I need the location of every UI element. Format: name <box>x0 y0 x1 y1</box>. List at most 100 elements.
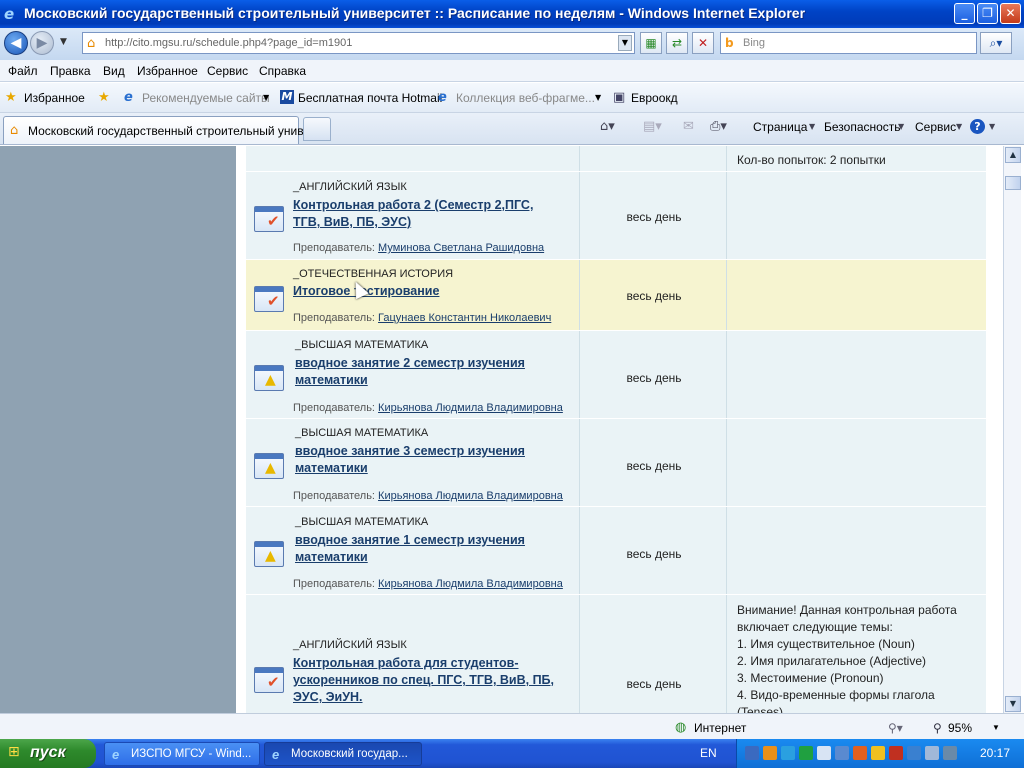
internet-zone-icon: ◍ <box>675 719 687 734</box>
start-button[interactable]: ⊞ пуск <box>0 739 96 768</box>
time-cell: весь день <box>626 210 682 224</box>
page-menu-dropdown-icon[interactable]: ▼ <box>809 122 815 131</box>
warning-icon: ▲ <box>254 453 284 479</box>
event-link[interactable]: вводное занятие 3 семестр изучения матем… <box>295 443 565 477</box>
search-placeholder: Bing <box>743 37 766 49</box>
taskbar-item-izspo[interactable]: e ИЗСПО МГСУ - Wind... <box>104 742 260 766</box>
feeds-icon[interactable]: ▤▾ <box>643 119 662 134</box>
tray-app-icon[interactable] <box>853 746 867 760</box>
teacher-label: Преподаватель: <box>293 312 375 324</box>
teacher-link[interactable]: Муминова Светлана Рашидовна <box>378 242 544 254</box>
teacher-link[interactable]: Кирьянова Людмила Владимировна <box>378 578 563 590</box>
page-menu[interactable]: Страница <box>753 120 807 134</box>
search-button[interactable]: ⌕▾ <box>980 32 1012 54</box>
taskbar-item-mgsu[interactable]: e Московский государ... <box>264 742 422 766</box>
recent-pages-dropdown-icon[interactable]: ▼ <box>60 37 67 47</box>
table-row: Кол-во попыток: 2 попытки <box>246 146 986 172</box>
favorites-button[interactable]: Избранное <box>24 91 85 105</box>
suggested-sites-link[interactable]: Рекомендуемые сайты <box>142 91 270 105</box>
suggested-sites-dropdown-icon[interactable]: ▼ <box>263 93 269 102</box>
scroll-up-icon[interactable]: ▲ <box>1005 147 1021 163</box>
menu-view[interactable]: Вид <box>103 64 125 78</box>
menu-favorites[interactable]: Избранное <box>137 64 198 78</box>
tray-app-icon[interactable] <box>799 746 813 760</box>
event-link[interactable]: вводное занятие 2 семестр изучения матем… <box>295 355 565 389</box>
scroll-down-icon[interactable]: ▼ <box>1005 696 1021 712</box>
tray-app-icon[interactable] <box>925 746 939 760</box>
back-button[interactable]: ◀ <box>4 31 28 55</box>
zoom-icon: ⚲ <box>933 721 942 735</box>
vertical-scrollbar[interactable]: ▲ ▼ <box>1003 146 1021 713</box>
event-link[interactable]: Итоговое тестирование <box>293 283 563 300</box>
volume-icon[interactable] <box>871 746 885 760</box>
url-text[interactable]: http://cito.mgsu.ru/schedule.php4?page_i… <box>105 37 352 49</box>
test-icon: ✔ <box>254 206 284 232</box>
address-dropdown-icon[interactable]: ▼ <box>618 35 632 51</box>
evroopt-link[interactable]: Евроокд <box>631 91 678 105</box>
scroll-thumb[interactable] <box>1005 176 1021 190</box>
tray-app-icon[interactable] <box>817 746 831 760</box>
hotmail-link[interactable]: Бесплатная почта Hotmail <box>298 91 442 105</box>
home-icon[interactable]: ⌂▾ <box>600 119 615 134</box>
zoom-level[interactable]: 95% <box>948 721 972 735</box>
bing-icon: b <box>725 36 734 50</box>
help-icon[interactable]: ? <box>970 119 985 134</box>
title-bar: e Московский государственный строительны… <box>0 0 1024 28</box>
teacher-line: Преподаватель: Муминова Светлана Рашидов… <box>293 242 544 254</box>
close-button[interactable]: ✕ <box>1000 3 1021 24</box>
security-zone-label: Интернет <box>694 721 747 735</box>
language-indicator[interactable]: EN <box>700 746 717 760</box>
event-link[interactable]: Контрольная работа для студентов-ускорен… <box>293 655 573 706</box>
protected-mode-icon[interactable]: ⚲▾ <box>888 721 903 735</box>
clock: 20:17 <box>979 746 1010 760</box>
new-tab-button[interactable] <box>303 117 331 141</box>
event-link[interactable]: вводное занятие 1 семестр изучения матем… <box>295 532 565 566</box>
teacher-link[interactable]: Гацунаев Константин Николаевич <box>378 312 551 324</box>
time-cell: весь день <box>626 289 682 303</box>
time-cell: весь день <box>626 677 682 691</box>
menu-tools[interactable]: Сервис <box>207 64 248 78</box>
web-slice-gallery-link[interactable]: Коллекция веб-фрагме... <box>456 91 595 105</box>
safety-menu-dropdown-icon[interactable]: ▼ <box>898 122 904 131</box>
compatibility-view-icon[interactable]: ▦ <box>640 32 662 54</box>
menu-edit[interactable]: Правка <box>50 64 91 78</box>
tray-app-icon[interactable] <box>781 746 795 760</box>
add-favorite-icon[interactable]: ★ <box>98 90 110 105</box>
tray-app-icon[interactable] <box>943 746 957 760</box>
warning-icon: ▲ <box>254 365 284 391</box>
tools-menu-dropdown-icon[interactable]: ▼ <box>956 122 962 131</box>
ie-logo-icon: e <box>4 5 15 23</box>
table-row: ✔ _АНГЛИЙСКИЙ ЯЗЫК Контрольная работа дл… <box>246 595 986 713</box>
minimize-button[interactable]: _ <box>954 3 975 24</box>
search-input[interactable]: b Bing <box>720 32 977 54</box>
print-icon[interactable]: ⎙▾ <box>710 119 727 134</box>
tray-app-icon[interactable] <box>889 746 903 760</box>
zoom-dropdown-icon[interactable]: ▼ <box>992 723 1000 732</box>
address-bar[interactable]: ⌂ http://cito.mgsu.ru/schedule.php4?page… <box>82 32 635 54</box>
event-link[interactable]: Контрольная работа 2 (Семестр 2,ПГС, ТГВ… <box>293 197 563 231</box>
network-icon[interactable] <box>907 746 921 760</box>
tray-app-icon[interactable] <box>835 746 849 760</box>
mail-icon[interactable]: ✉ <box>683 119 694 134</box>
tools-menu[interactable]: Сервис <box>915 120 956 134</box>
maximize-button[interactable]: ❐ <box>977 3 998 24</box>
tray-app-icon[interactable] <box>745 746 759 760</box>
menu-help[interactable]: Справка <box>259 64 306 78</box>
web-slice-dropdown-icon[interactable]: ▼ <box>595 93 601 102</box>
help-dropdown-icon[interactable]: ▼ <box>989 122 995 131</box>
tray-app-icon[interactable] <box>763 746 777 760</box>
web-slice-icon: e <box>438 90 447 105</box>
subject-label: _АНГЛИЙСКИЙ ЯЗЫК <box>293 639 407 651</box>
forward-button[interactable]: ▶ <box>30 31 54 55</box>
stop-icon[interactable]: ✕ <box>692 32 714 54</box>
refresh-icon[interactable]: ⇄ <box>666 32 688 54</box>
table-row: ▲ _ВЫСШАЯ МАТЕМАТИКА вводное занятие 2 с… <box>246 331 986 419</box>
address-toolbar: ◀ ▶ ▼ ⌂ http://cito.mgsu.ru/schedule.php… <box>0 28 1024 60</box>
ie-site-icon: e <box>124 90 133 105</box>
safety-menu[interactable]: Безопасность <box>824 120 901 134</box>
menu-file[interactable]: Файл <box>8 64 38 78</box>
teacher-link[interactable]: Кирьянова Людмила Владимировна <box>378 490 563 502</box>
tab-active[interactable]: ⌂ Московский государственный строительны… <box>3 116 314 144</box>
teacher-link[interactable]: Кирьянова Людмила Владимировна <box>378 402 563 414</box>
subject-label: _ОТЕЧЕСТВЕННАЯ ИСТОРИЯ <box>293 268 454 280</box>
